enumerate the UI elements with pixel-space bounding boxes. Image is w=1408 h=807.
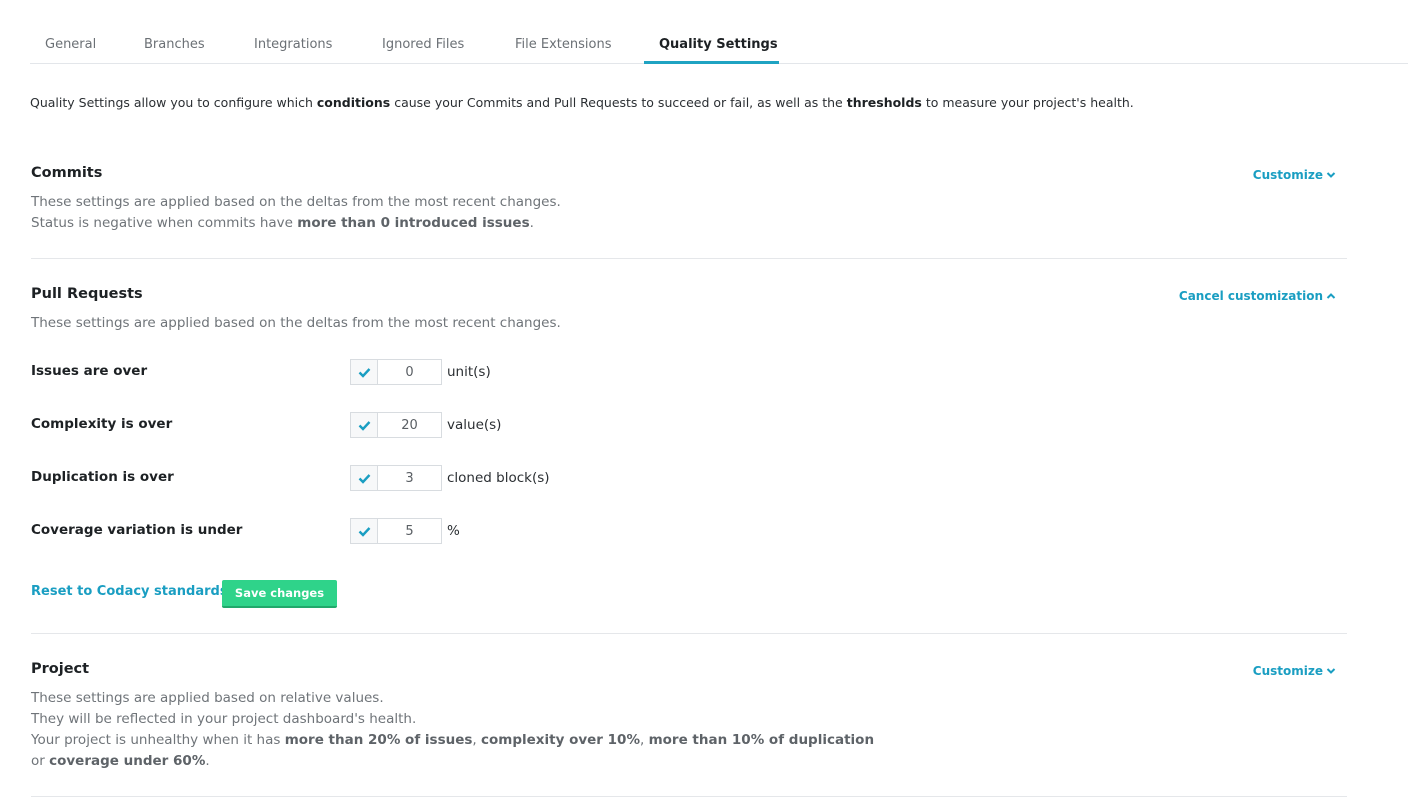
- tab-ignored-files[interactable]: Ignored Files: [382, 37, 464, 52]
- duplication-over-label: Duplication is over: [31, 469, 174, 485]
- tab-branches[interactable]: Branches: [144, 37, 205, 52]
- tab-integrations[interactable]: Integrations: [254, 37, 332, 52]
- commits-status-text: Status is negative when commits have mor…: [31, 215, 534, 231]
- checkmark-icon: [358, 367, 370, 378]
- project-health-criteria: Your project is unhealthy when it has mo…: [31, 732, 875, 748]
- pull-requests-description: These settings are applied based on the …: [31, 315, 561, 331]
- chevron-down-icon: [1326, 668, 1336, 674]
- checkmark-icon: [358, 473, 370, 484]
- complexity-over-checkbox[interactable]: [350, 412, 377, 438]
- pull-requests-title: Pull Requests: [31, 286, 143, 302]
- complexity-over-unit: value(s): [447, 417, 502, 433]
- coverage-variation-checkbox[interactable]: [350, 518, 377, 544]
- coverage-variation-control: 5 %: [350, 517, 460, 545]
- active-tab-indicator: [644, 61, 779, 64]
- project-customize-label: Customize: [1252, 664, 1323, 678]
- project-customize-link[interactable]: Customize: [1253, 664, 1336, 678]
- checkmark-icon: [358, 420, 370, 431]
- issues-over-input[interactable]: 0: [377, 359, 442, 385]
- chevron-down-icon: [1326, 172, 1336, 178]
- commits-title: Commits: [31, 165, 103, 181]
- project-dashboard-note: They will be reflected in your project d…: [31, 711, 417, 727]
- tab-quality-settings[interactable]: Quality Settings: [659, 37, 778, 52]
- complexity-over-control: 20 value(s): [350, 411, 501, 439]
- duplication-over-unit: cloned block(s): [447, 470, 550, 486]
- issues-over-checkbox[interactable]: [350, 359, 377, 385]
- settings-tabs: General Branches Integrations Ignored Fi…: [30, 0, 1408, 64]
- project-description: These settings are applied based on rela…: [31, 690, 384, 706]
- save-changes-button[interactable]: Save changes: [222, 580, 337, 608]
- coverage-variation-unit: %: [447, 523, 460, 539]
- checkmark-icon: [358, 526, 370, 537]
- duplication-over-input[interactable]: 3: [377, 465, 442, 491]
- chevron-up-icon: [1326, 293, 1336, 299]
- project-coverage-criteria: or coverage under 60%.: [31, 753, 210, 769]
- tab-general[interactable]: General: [45, 37, 96, 52]
- complexity-over-label: Complexity is over: [31, 416, 173, 432]
- coverage-variation-input[interactable]: 5: [377, 518, 442, 544]
- project-title: Project: [31, 661, 90, 677]
- issues-over-control: 0 unit(s): [350, 358, 491, 386]
- duplication-over-control: 3 cloned block(s): [350, 464, 550, 492]
- section-divider: [31, 633, 1347, 634]
- cancel-customization-label: Cancel customization: [1178, 289, 1323, 303]
- section-divider: [31, 258, 1347, 259]
- commits-customize-link[interactable]: Customize: [1253, 168, 1336, 182]
- coverage-variation-label: Coverage variation is under: [31, 522, 243, 538]
- issues-over-label: Issues are over: [31, 363, 148, 379]
- complexity-over-input[interactable]: 20: [377, 412, 442, 438]
- reset-to-standards-link[interactable]: Reset to Codacy standards: [31, 584, 228, 599]
- commits-description: These settings are applied based on the …: [31, 194, 561, 210]
- commits-customize-label: Customize: [1252, 168, 1323, 182]
- section-divider: [31, 796, 1347, 797]
- issues-over-unit: unit(s): [447, 364, 491, 380]
- intro-text: Quality Settings allow you to configure …: [30, 95, 1134, 110]
- cancel-customization-link[interactable]: Cancel customization: [1179, 289, 1336, 303]
- duplication-over-checkbox[interactable]: [350, 465, 377, 491]
- tab-file-extensions[interactable]: File Extensions: [515, 37, 611, 52]
